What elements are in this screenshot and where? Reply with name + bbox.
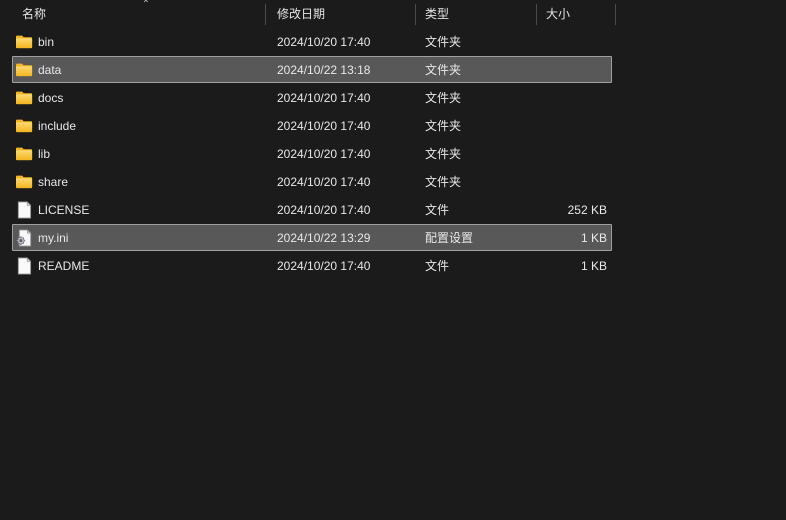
column-divider-name-date[interactable] bbox=[265, 4, 266, 25]
date-modified-cell: 2024/10/20 17:40 bbox=[277, 91, 371, 105]
file-name-cell: share bbox=[38, 175, 69, 189]
folder-icon bbox=[15, 33, 34, 51]
column-header-name[interactable]: 名称 bbox=[22, 0, 252, 28]
table-row[interactable]: data 2024/10/22 13:18 文件夹 bbox=[0, 56, 786, 84]
file-size-cell: 1 KB bbox=[580, 259, 607, 273]
file-icon bbox=[15, 201, 34, 219]
column-header-date-modified[interactable]: 修改日期 bbox=[277, 0, 402, 28]
column-divider-date-type[interactable] bbox=[415, 4, 416, 25]
table-row[interactable]: bin 2024/10/20 17:40 文件夹 bbox=[0, 28, 786, 56]
table-row[interactable]: README 2024/10/20 17:40 文件 1 KB bbox=[0, 252, 786, 280]
folder-icon bbox=[15, 145, 34, 163]
file-name-cell: data bbox=[38, 63, 62, 77]
file-size-cell: 1 KB bbox=[580, 231, 607, 245]
column-header-row: ⌃ 名称 修改日期 类型 大小 bbox=[0, 0, 786, 28]
file-size-cell bbox=[507, 84, 607, 112]
file-name-cell: bin bbox=[38, 35, 55, 49]
folder-icon bbox=[15, 173, 34, 191]
folder-icon bbox=[15, 117, 34, 135]
file-name-cell: include bbox=[38, 119, 77, 133]
file-size-cell bbox=[507, 28, 607, 56]
folder-icon bbox=[15, 89, 34, 107]
column-header-type[interactable]: 类型 bbox=[425, 0, 525, 28]
file-list-view: ⌃ 名称 修改日期 类型 大小 bin 2024/10/20 17:40 文件夹 da… bbox=[0, 0, 786, 520]
file-icon bbox=[15, 257, 34, 275]
date-modified-cell: 2024/10/20 17:40 bbox=[277, 175, 371, 189]
file-name-cell: my.ini bbox=[38, 231, 69, 245]
table-row[interactable]: share 2024/10/20 17:40 文件夹 bbox=[0, 168, 786, 196]
column-divider-size-end[interactable] bbox=[615, 4, 616, 25]
table-row[interactable]: include 2024/10/20 17:40 文件夹 bbox=[0, 112, 786, 140]
table-row[interactable]: docs 2024/10/20 17:40 文件夹 bbox=[0, 84, 786, 112]
date-modified-cell: 2024/10/20 17:40 bbox=[277, 203, 371, 217]
file-name-cell: LICENSE bbox=[38, 203, 90, 217]
date-modified-cell: 2024/10/22 13:29 bbox=[277, 231, 371, 245]
table-row[interactable]: my.ini 2024/10/22 13:29 配置设置 1 KB bbox=[0, 224, 786, 252]
date-modified-cell: 2024/10/20 17:40 bbox=[277, 147, 371, 161]
file-size-cell: 252 KB bbox=[567, 203, 607, 217]
date-modified-cell: 2024/10/22 13:18 bbox=[277, 63, 371, 77]
file-size-cell bbox=[507, 112, 607, 140]
folder-icon bbox=[15, 61, 34, 79]
file-name-cell: docs bbox=[38, 91, 64, 105]
file-size-cell bbox=[507, 140, 607, 168]
date-modified-cell: 2024/10/20 17:40 bbox=[277, 35, 371, 49]
date-modified-cell: 2024/10/20 17:40 bbox=[277, 259, 371, 273]
file-name-cell: README bbox=[38, 259, 90, 273]
config-file-icon bbox=[15, 229, 34, 247]
table-row[interactable]: lib 2024/10/20 17:40 文件夹 bbox=[0, 140, 786, 168]
file-name-cell: lib bbox=[38, 147, 51, 161]
table-row[interactable]: LICENSE 2024/10/20 17:40 文件 252 KB bbox=[0, 196, 786, 224]
column-header-size[interactable]: 大小 bbox=[546, 0, 606, 28]
file-size-cell bbox=[507, 56, 607, 84]
column-divider-type-size[interactable] bbox=[536, 4, 537, 25]
file-list: bin 2024/10/20 17:40 文件夹 data 2024/10/22 13:… bbox=[0, 28, 786, 280]
date-modified-cell: 2024/10/20 17:40 bbox=[277, 119, 371, 133]
file-size-cell bbox=[507, 168, 607, 196]
